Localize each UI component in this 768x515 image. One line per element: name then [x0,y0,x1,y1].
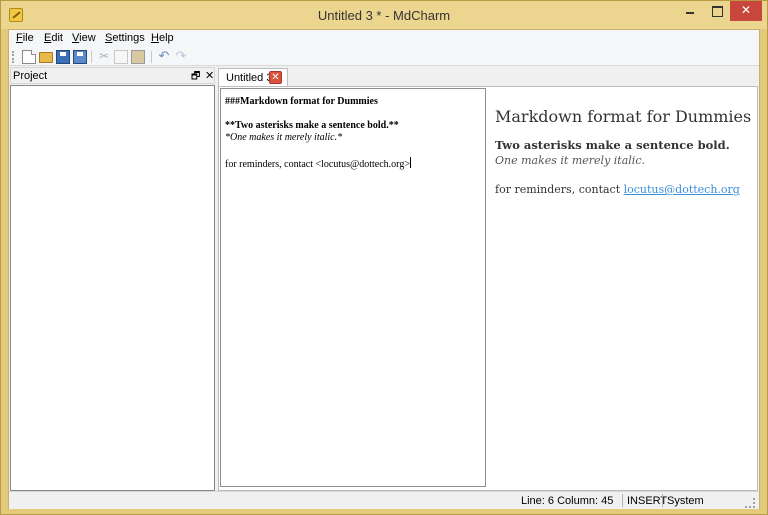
menu-bar: File Edit View Settings Help [9,30,759,48]
project-panel-title: Project [13,70,48,82]
status-bar: Line: 6 Column: 45 INSERT System [9,491,759,509]
status-separator [662,494,663,507]
title-bar[interactable]: Untitled 3 * - MdCharm ✕ [1,1,767,29]
editor-line: **Two asterisks make a sentence bold.** [225,120,399,131]
menu-edit[interactable]: Edit [44,32,63,44]
text-caret [409,157,411,168]
project-panel-header: Project 🗗 ✕ [10,67,215,84]
project-panel: Project 🗗 ✕ [10,67,215,491]
status-separator [622,494,623,507]
preview-bold-text: Two asterisks make a sentence bold. [495,138,730,152]
save-icon[interactable] [56,50,70,64]
preview-contact-text: for reminders, contact [495,183,624,196]
encoding-status: System [667,495,704,507]
open-folder-icon[interactable] [39,52,53,63]
editor-line: *One makes it merely italic.* [225,132,343,143]
toolbar-separator [91,51,92,63]
undo-icon[interactable]: ↶ [157,49,171,64]
tab-label: Untitled 3 [226,72,273,84]
resize-grip[interactable] [745,498,755,508]
editor-line: for reminders, contact <locutus@dottech.… [225,159,410,170]
editor-line: ###Markdown format for Dummies [225,96,378,107]
tab-close-icon[interactable]: ✕ [269,71,282,84]
menu-view[interactable]: View [72,32,96,44]
toolbar-separator [151,51,152,63]
redo-icon[interactable]: ↷ [174,49,188,64]
preview-heading: Markdown format for Dummies [495,107,752,126]
new-file-icon[interactable] [22,50,36,64]
preview-contact: for reminders, contact locutus@dottech.o… [495,183,740,196]
tab-untitled-3[interactable]: Untitled 3 ✕ [218,68,288,86]
maximize-button[interactable] [704,1,730,21]
minimize-button[interactable] [676,1,704,21]
menu-file[interactable]: File [16,32,34,44]
client-area: File Edit View Settings Help ✂ ↶ ↷ Proje… [8,29,760,509]
markdown-editor[interactable]: ###Markdown format for Dummies **Two ast… [220,88,486,487]
window-title: Untitled 3 * - MdCharm [317,8,451,23]
float-panel-icon[interactable]: 🗗 [191,69,200,86]
close-panel-icon[interactable]: ✕ [205,69,214,82]
close-window-button[interactable]: ✕ [730,1,762,21]
app-window: Untitled 3 * - MdCharm ✕ File Edit View … [0,0,768,515]
paste-icon[interactable] [131,50,145,64]
toolbar-grip[interactable] [12,51,14,63]
copy-icon[interactable] [114,50,128,64]
menu-help[interactable]: Help [151,32,174,44]
cut-icon[interactable]: ✂ [97,50,111,64]
preview-italic-text: One makes it merely italic. [495,154,645,167]
cursor-position: Line: 6 Column: 45 [521,495,614,507]
toolbar: ✂ ↶ ↷ [9,48,759,66]
menu-settings[interactable]: Settings [105,32,145,44]
preview-email-link[interactable]: locutus@dottech.org [624,183,740,196]
editor-line-with-caret: for reminders, contact <locutus@dottech.… [225,157,411,170]
markdown-preview: Markdown format for Dummies Two asterisk… [489,88,757,488]
project-tree[interactable] [10,85,215,491]
save-all-icon[interactable] [73,50,87,64]
editor-pane: ###Markdown format for Dummies **Two ast… [218,86,758,491]
